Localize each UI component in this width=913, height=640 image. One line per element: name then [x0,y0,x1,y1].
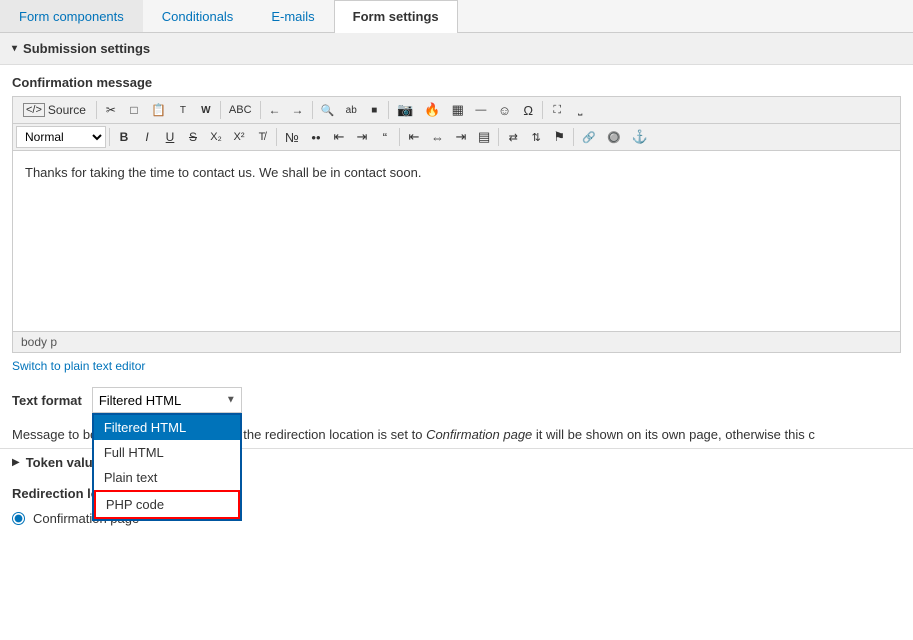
italic-button[interactable]: I [136,126,158,148]
section-label: Submission settings [23,41,150,56]
remove-format-button[interactable]: T̸ [251,126,273,148]
indent-less-button[interactable]: ⇤ [328,126,350,148]
token-arrow-icon: ▶ [12,457,20,468]
bidi-ltr-button[interactable]: ⇄ [502,126,524,148]
redo-button[interactable]: → [287,99,309,121]
tab-e-mails[interactable]: E-mails [252,0,333,32]
editor-area[interactable]: Thanks for taking the time to contact us… [13,151,900,331]
indent-more-button[interactable]: ⇥ [351,126,373,148]
copy-button[interactable]: □ [123,99,145,121]
align-justify-button[interactable]: ▤ [473,126,495,148]
flash-button[interactable]: 🔥 [419,99,445,121]
text-format-label: Text format [12,393,82,408]
undo-button[interactable]: ← [264,99,286,121]
dropdown-item-plain-text[interactable]: Plain text [94,465,240,490]
editor-wrap: </> Source ✂ □ 📋 T W ABC ← → 🔍 ab ■ 📷 🔥 … [12,96,901,353]
find-button[interactable]: 🔍 [316,99,340,121]
dropdown-item-php-code[interactable]: PHP code [94,490,240,519]
source-label: Source [48,103,86,117]
text-format-row: Text format Filtered HTML ▼ Filtered HTM… [0,379,913,421]
special-button[interactable]: Ω [517,99,539,121]
ordered-list-button[interactable]: № [280,126,304,148]
anchor-button[interactable]: ⚓ [627,126,653,148]
text-format-select-wrap[interactable]: Filtered HTML ▼ Filtered HTML Full HTML … [92,387,242,413]
section-arrow: ▾ [12,43,17,54]
link-button[interactable]: 🔗 [577,126,601,148]
confirmation-page-radio[interactable] [12,512,25,525]
align-center-button[interactable]: ⇔ [426,126,449,148]
smiley-button[interactable]: ☺ [493,99,516,121]
strikethrough-button[interactable]: S [182,126,204,148]
tab-bar: Form components Conditionals E-mails For… [0,0,913,33]
paste-word-button[interactable]: W [195,99,217,121]
tab-form-components[interactable]: Form components [0,0,143,32]
maximize-button[interactable]: ⛶ [546,99,568,121]
editor-content: Thanks for taking the time to contact us… [25,165,421,180]
switch-link-row: Switch to plain text editor [0,353,913,379]
unlink-button[interactable]: 🔘 [602,126,626,148]
table-button[interactable]: ▦ [447,99,469,121]
align-left-button[interactable]: ⇤ [403,126,425,148]
paste-text-button[interactable]: T [172,99,194,121]
tab-conditionals[interactable]: Conditionals [143,0,253,32]
text-format-dropdown: Filtered HTML Full HTML Plain text PHP c… [92,413,242,521]
spell-button[interactable]: ABC [224,99,257,121]
dropdown-item-filtered-html[interactable]: Filtered HTML [94,415,240,440]
align-right-button[interactable]: ⇥ [450,126,472,148]
select-all-button[interactable]: ■ [363,99,385,121]
source-button[interactable]: </> Source [16,99,93,121]
text-format-select[interactable]: Filtered HTML [92,387,242,413]
submission-settings-header[interactable]: ▾ Submission settings [0,33,913,65]
paste-button[interactable]: 📋 [146,99,171,121]
confirmation-message-label: Confirmation message [0,65,913,96]
toolbar-row1: </> Source ✂ □ 📋 T W ABC ← → 🔍 ab ■ 📷 🔥 … [13,97,900,124]
subscript-button[interactable]: X₂ [205,126,227,148]
image-button[interactable]: 📷 [392,99,418,121]
status-bar: body p [13,331,900,352]
flag-button[interactable]: ⚑ [548,126,570,148]
superscript-button[interactable]: X² [228,126,250,148]
show-blocks-button[interactable]: ⎵ [569,99,591,121]
message-text-after: it will be shown on its own page, otherw… [532,427,815,442]
replace-button[interactable]: ab [340,99,362,121]
confirmation-page-italic: Confirmation page [426,427,532,442]
blockquote-button[interactable]: “ [374,126,396,148]
source-icon: </> [23,103,45,117]
format-select[interactable]: Normal Heading 1 Heading 2 Heading 3 Hea… [16,126,106,148]
dropdown-item-full-html[interactable]: Full HTML [94,440,240,465]
toolbar-row2: Normal Heading 1 Heading 2 Heading 3 Hea… [13,124,900,151]
rule-button[interactable]: — [470,99,492,121]
switch-to-plain-text-link[interactable]: Switch to plain text editor [12,359,145,373]
unordered-list-button[interactable]: •• [305,126,327,148]
underline-button[interactable]: U [159,126,181,148]
cut-button[interactable]: ✂ [100,99,122,121]
bidi-rtl-button[interactable]: ⇅ [525,126,547,148]
bold-button[interactable]: B [113,126,135,148]
tab-form-settings[interactable]: Form settings [334,0,458,33]
